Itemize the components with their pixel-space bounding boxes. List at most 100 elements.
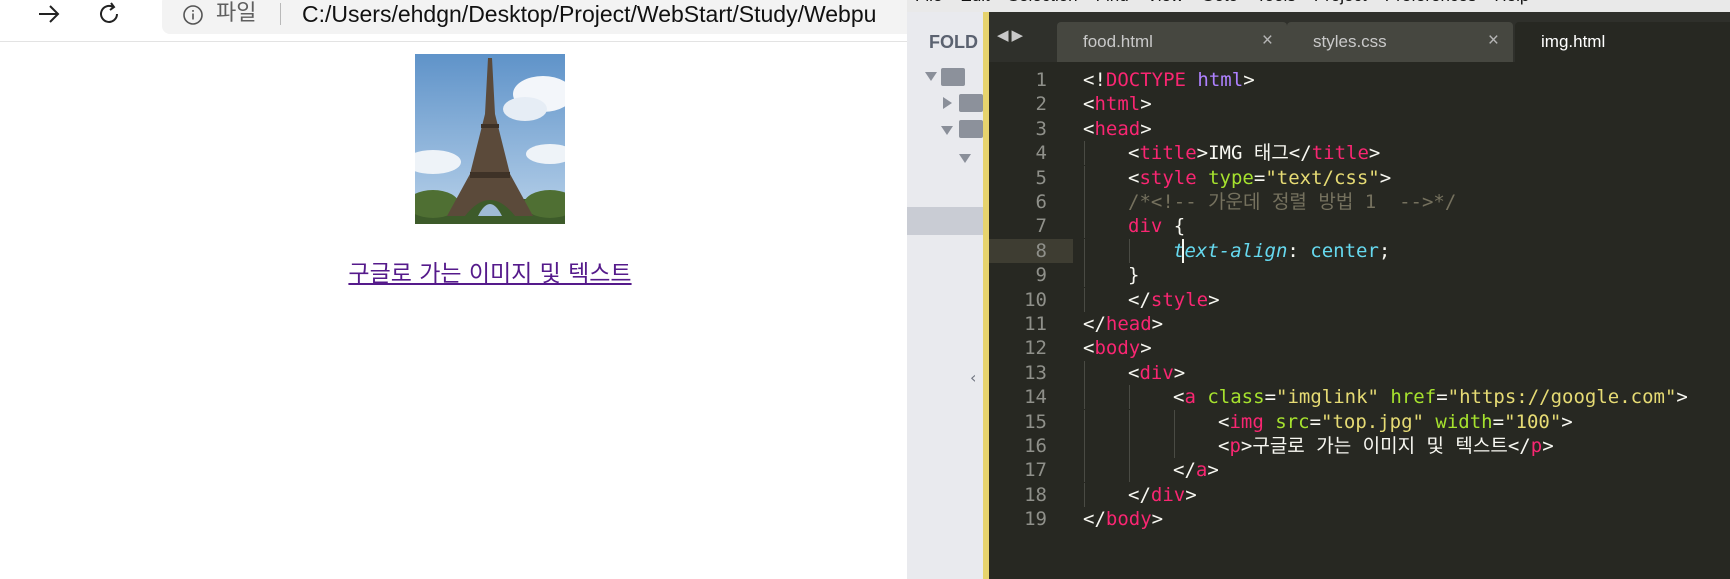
code-token: div (1150, 483, 1186, 506)
tab-styles-css[interactable]: styles.css × (1287, 22, 1513, 62)
code-text: <head> (1083, 117, 1152, 141)
code-token: a (1195, 459, 1208, 482)
line-number: 15 (1024, 410, 1047, 433)
line-number: 8 (989, 238, 1073, 263)
code-line[interactable]: 19 </body> (989, 507, 1730, 531)
forward-icon[interactable] (34, 0, 64, 28)
code-line[interactable]: 2 <html> (989, 92, 1730, 116)
code-line[interactable]: 9} (989, 263, 1730, 288)
code-editor-window: File Edit Selection Find View Goto Tools Projec… (907, 0, 1730, 579)
code-token: </ (1083, 313, 1106, 335)
code-token: div (1139, 361, 1174, 384)
code-token: > (1368, 142, 1381, 165)
image-link-text[interactable]: 구글로 가는 이미지 및 텍스트 (0, 254, 907, 288)
chevron-down-icon[interactable] (925, 72, 937, 81)
code-line[interactable]: 3 <head> (989, 117, 1730, 141)
code-line[interactable]: 13 <div> (989, 360, 1730, 385)
address-divider (280, 3, 281, 25)
indent-guide (1174, 434, 1175, 458)
code-line[interactable]: 18 </div> (989, 482, 1730, 507)
code-text: </body> (1083, 507, 1163, 531)
indent-guide (1084, 360, 1085, 385)
menu-item[interactable]: File (915, 0, 942, 6)
menu-bar: File Edit Selection Find View Goto Tools Projec… (907, 0, 1730, 12)
code-token: = (1309, 410, 1322, 433)
info-icon[interactable] (182, 4, 204, 26)
code-token: type (1208, 166, 1254, 189)
code-line[interactable]: 16 <p>구글로 가는 이미지 및 텍스트</p> (989, 434, 1730, 458)
menu-item[interactable]: Tools (1256, 0, 1296, 6)
menu-item[interactable]: Edit (960, 0, 989, 6)
chevron-down-icon[interactable] (959, 154, 971, 163)
menu-item[interactable]: Selection (1008, 0, 1078, 6)
menu-item[interactable]: Goto (1201, 0, 1238, 6)
address-url[interactable]: C:/Users/ehdgn/Desktop/Project/WebStart/… (302, 0, 876, 31)
code-token: <! (1083, 69, 1106, 91)
code-line[interactable]: 11 </head> (989, 312, 1730, 336)
code-line[interactable]: 7 div { (989, 214, 1730, 239)
code-line[interactable]: 12 <body> (989, 336, 1730, 360)
close-icon[interactable]: × (1488, 30, 1499, 52)
line-number: 6 (1035, 191, 1047, 213)
sidebar-selected-file[interactable] (907, 207, 983, 235)
code-token: href (1390, 386, 1437, 409)
code-line[interactable]: 14 <a class="imglink" href="https://googl… (989, 385, 1730, 410)
menu-item[interactable]: Preferences (1385, 0, 1477, 6)
code-text: div { (1128, 214, 1185, 238)
code-token: > (1140, 117, 1152, 140)
code-token: p (1530, 435, 1543, 457)
code-token: style (1139, 166, 1197, 189)
code-token: center (1310, 239, 1379, 262)
line-number: 13 (1024, 361, 1047, 384)
collapse-icon[interactable]: ‹ (970, 368, 976, 387)
code-line[interactable]: 4 <title>IMG 태그</title> (989, 141, 1730, 166)
code-line[interactable]: 1 <!DOCTYPE html> (989, 68, 1730, 92)
code-token: </ (1173, 459, 1196, 482)
line-number: 4 (1035, 142, 1047, 165)
code-token: "text/css" (1265, 166, 1380, 189)
menu-item[interactable]: View (1147, 0, 1184, 6)
menu-item[interactable]: Find (1096, 0, 1129, 6)
refresh-icon[interactable] (94, 0, 124, 28)
code-line[interactable]: 17 </a> (989, 458, 1730, 483)
code-token: ; (1378, 239, 1391, 262)
code-token: < (1128, 361, 1140, 384)
close-icon[interactable]: × (1262, 30, 1273, 52)
tab-label: food.html (1083, 32, 1153, 51)
code-token: > (1151, 508, 1164, 531)
code-area[interactable]: 1 <!DOCTYPE html> 2 <html> 3 <head> 4 <title>IM… (989, 62, 1730, 579)
code-text: </div> (1128, 483, 1197, 507)
indent-guide (1084, 385, 1085, 410)
code-text: <div> (1128, 361, 1185, 385)
code-token: </ (1128, 288, 1151, 311)
line-number: 12 (1024, 337, 1047, 360)
code-token: body (1105, 508, 1152, 531)
code-token: </ (1128, 483, 1151, 506)
tab-scroll-icon[interactable]: ◀▶ (997, 26, 1026, 44)
chevron-down-icon[interactable] (941, 126, 953, 135)
line-number: 1 (1035, 69, 1047, 91)
image-link[interactable] (415, 54, 565, 224)
chevron-right-icon[interactable] (943, 97, 952, 109)
code-token: "imglink" (1276, 386, 1379, 409)
code-token: > (1207, 459, 1219, 482)
code-line[interactable]: 6 /*<!-- 가운데 정렬 방법 1 -->*/ (989, 190, 1730, 214)
menu-item[interactable]: Help (1494, 0, 1529, 6)
code-token: "100" (1504, 410, 1562, 433)
tab-label: img.html (1541, 32, 1606, 51)
indent-guide (1084, 434, 1085, 458)
tab-img-html[interactable]: img.html (1515, 22, 1730, 62)
code-token: title (1311, 142, 1369, 165)
code-line[interactable]: 15 <img src="top.jpg" width="100"> (989, 409, 1730, 434)
code-token: > (1542, 435, 1554, 457)
code-token: = (1492, 410, 1505, 433)
folder-sidebar: FOLD ‹ (907, 12, 983, 579)
code-line[interactable]: 5 <style type="text/css"> (989, 165, 1730, 190)
code-text: <!DOCTYPE html> (1083, 68, 1255, 92)
code-line[interactable]: 8 text-align: center; (989, 238, 1730, 263)
eiffel-tower-image[interactable] (415, 54, 565, 224)
code-line[interactable]: 10 </style> (989, 287, 1730, 312)
menu-item[interactable]: Project (1314, 0, 1367, 6)
address-bar[interactable]: 파일 C:/Users/ehdgn/Desktop/Project/WebSta… (162, 0, 907, 34)
tab-food-html[interactable]: food.html × (1057, 22, 1287, 62)
